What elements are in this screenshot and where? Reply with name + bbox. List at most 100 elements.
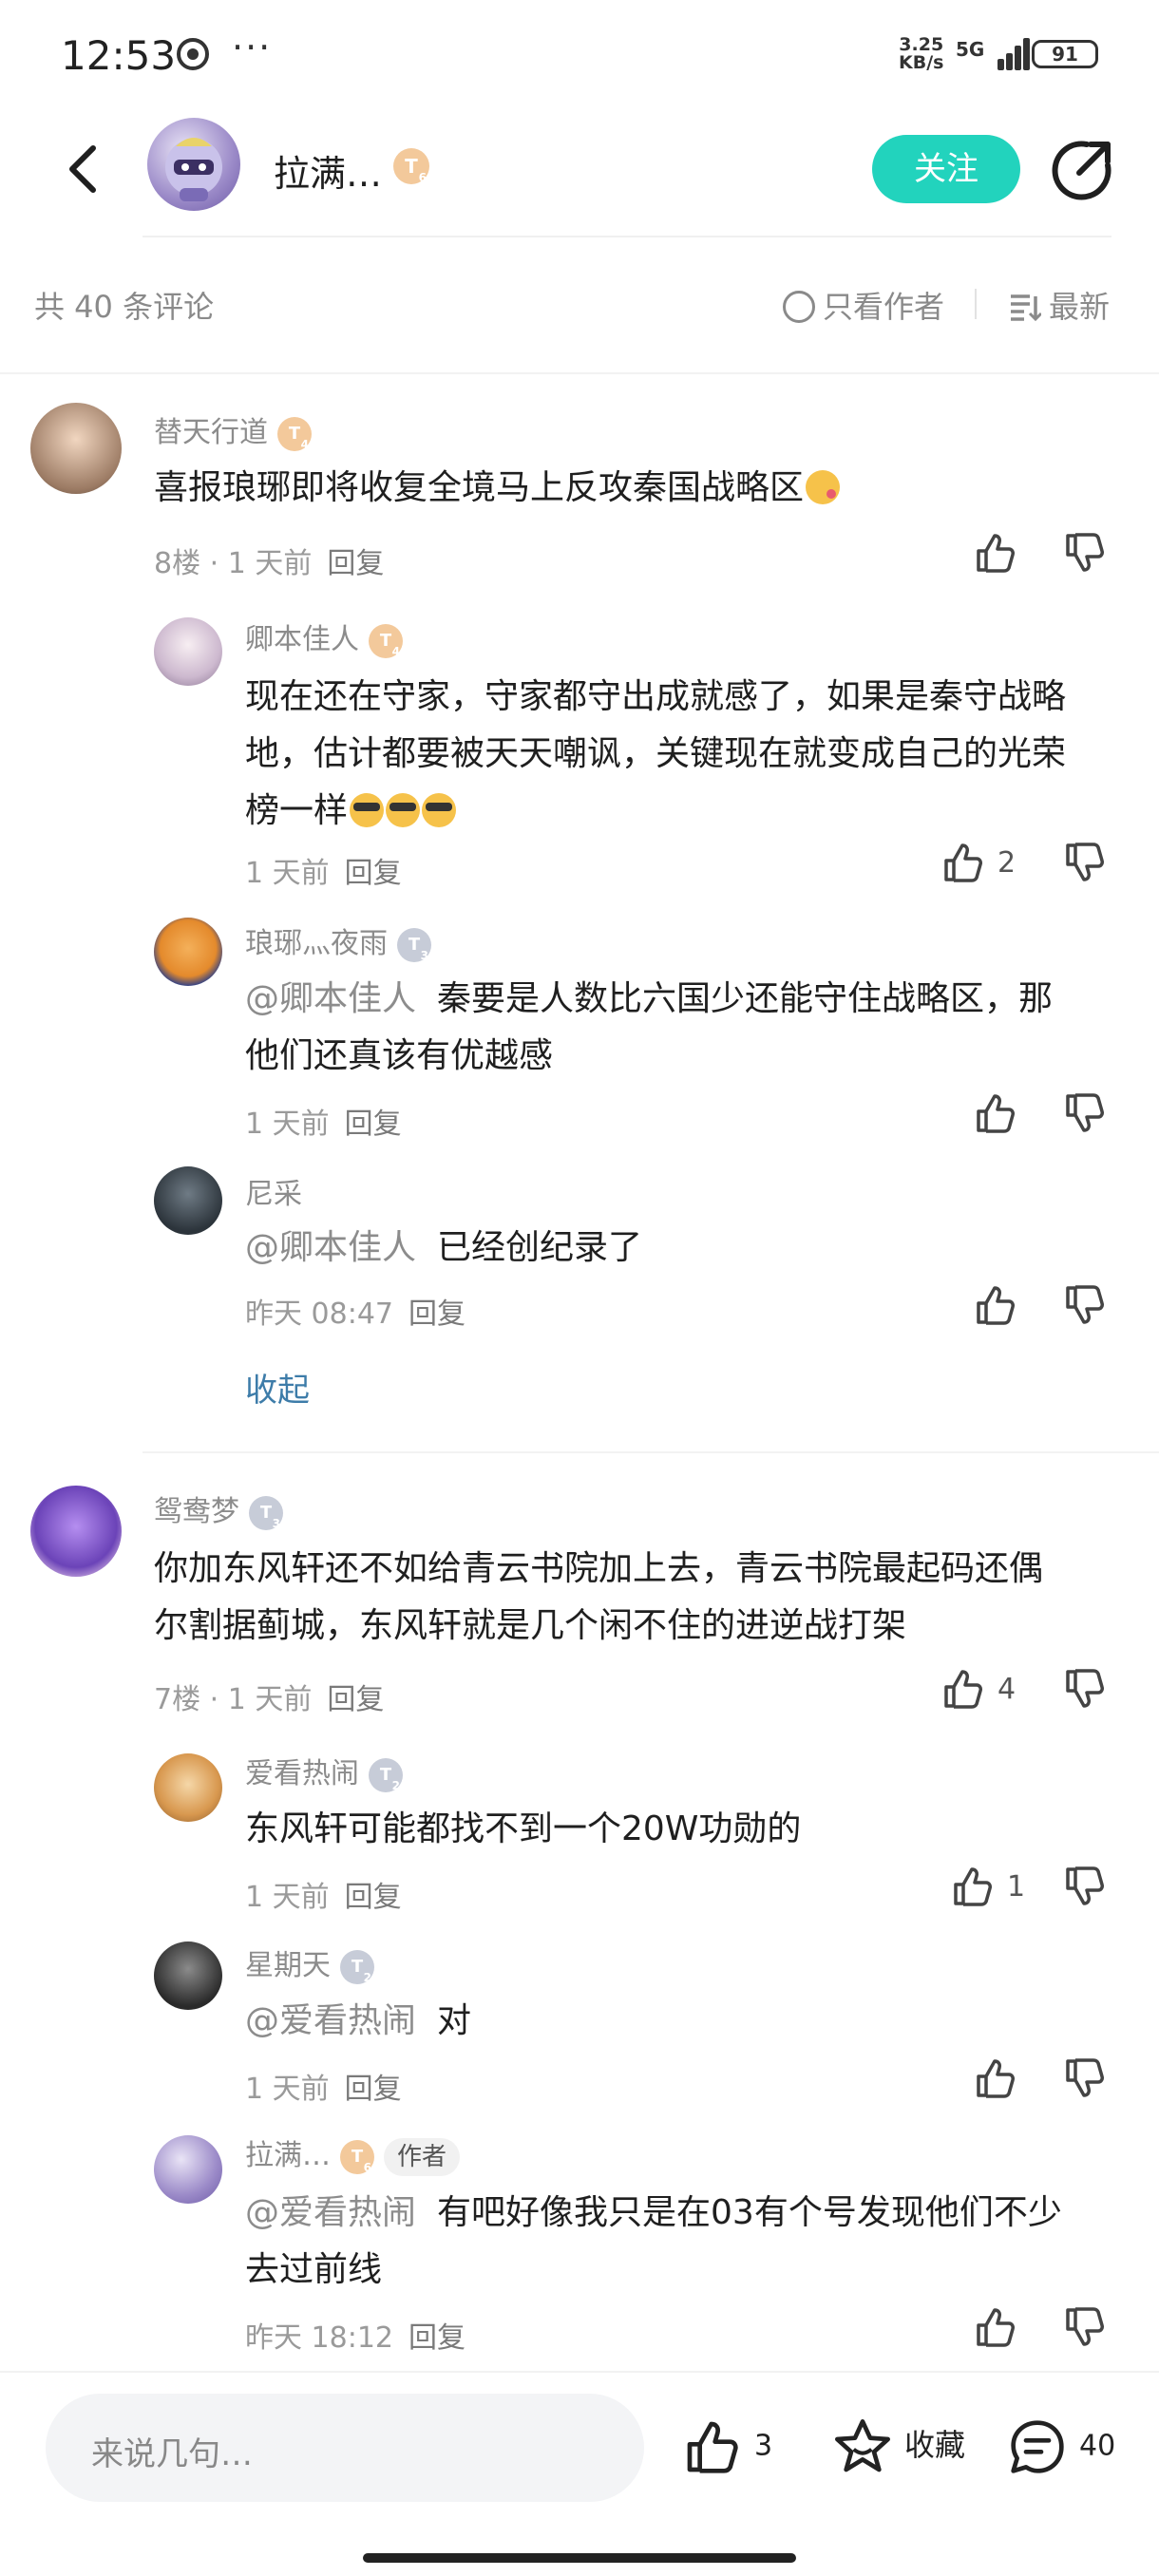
like-count: 4 [998, 1672, 1016, 1706]
reply-button[interactable]: 回复 [408, 2321, 466, 2355]
battery-icon: 91 [1032, 40, 1098, 68]
thumb-up-icon[interactable] [940, 1666, 986, 1712]
thumb-down-icon[interactable] [1062, 840, 1108, 885]
like-button[interactable] [973, 1282, 1018, 1334]
sort-label: 最新 [1049, 289, 1111, 325]
avatar[interactable] [154, 918, 222, 986]
comment-username[interactable]: 爱看热闹 T 2 [245, 1750, 403, 1792]
reply-button[interactable]: 回复 [345, 1108, 402, 1141]
only-author-toggle[interactable]: 只看作者 [783, 283, 944, 327]
avatar[interactable] [154, 2135, 222, 2204]
mention[interactable]: @卿本佳人 [245, 979, 416, 1018]
sunglasses-emoji-icon [422, 793, 457, 827]
author-name[interactable]: 拉满… [274, 144, 382, 197]
thumb-up-icon[interactable] [682, 2416, 743, 2477]
only-author-label: 只看作者 [823, 289, 945, 325]
reply-button[interactable]: 回复 [327, 1683, 384, 1716]
back-icon[interactable] [57, 141, 114, 198]
reply-button[interactable]: 回复 [327, 547, 384, 580]
status-bar: 12:53 ··· 3.25 KB/s 5G 91 [0, 0, 1159, 114]
thumb-up-icon[interactable] [940, 840, 986, 885]
reply-button[interactable]: 回复 [345, 857, 402, 890]
thumb-down-icon[interactable] [1062, 2055, 1108, 2101]
author-avatar[interactable] [147, 118, 240, 211]
thumb-up-icon[interactable] [973, 2304, 1018, 2350]
level-badge-icon: T6 [340, 2139, 374, 2174]
like-button[interactable] [973, 530, 1018, 581]
comment-username[interactable]: 卿本佳人 T 4 [245, 616, 403, 658]
comment-username[interactable]: 鸳鸯梦 T 3 [154, 1487, 283, 1530]
thumb-up-icon[interactable] [973, 1090, 1018, 1136]
like-button[interactable]: 2 [940, 840, 1016, 891]
reply-button[interactable]: 回复 [345, 1881, 402, 1914]
dislike-button[interactable] [1062, 1864, 1108, 1915]
app-notification-icon [177, 38, 209, 70]
comment-username[interactable]: 琅琊灬夜雨 T 3 [245, 919, 431, 962]
comment-text: 现在还在守家，守家都守出成就感了，如果是秦守战略 地，估计都要被天天嘲讽，关键现… [245, 677, 1067, 830]
comment-meta: 昨天 08:47 回复 [245, 1297, 466, 1331]
dislike-button[interactable] [1062, 840, 1108, 891]
dislike-button[interactable] [1062, 1282, 1108, 1334]
thumb-up-icon[interactable] [973, 1282, 1018, 1328]
favorite-button[interactable]: 收藏 [832, 2416, 965, 2477]
dislike-button[interactable] [1062, 1090, 1108, 1142]
reply-button[interactable]: 回复 [345, 2073, 402, 2106]
like-button[interactable] [973, 2055, 1018, 2107]
avatar[interactable] [154, 1166, 222, 1235]
comment-text: @卿本佳人 秦要是人数比六国少还能守住战略区，那 他们还真该有优越感 [245, 979, 1054, 1075]
thumb-up-icon[interactable] [950, 1864, 996, 1909]
like-button[interactable] [973, 2304, 1018, 2356]
thumb-down-icon[interactable] [1062, 2304, 1108, 2350]
sunglasses-emoji-icon [350, 793, 385, 827]
network-speed-unit: KB/s [899, 52, 944, 73]
thumb-down-icon[interactable] [1062, 1666, 1108, 1712]
avatar[interactable] [30, 1486, 122, 1577]
level-badge-icon: T6 [393, 148, 429, 184]
level-badge-icon: T2 [369, 1757, 403, 1792]
share-icon[interactable] [1049, 137, 1115, 203]
star-icon[interactable] [832, 2416, 893, 2477]
avatar[interactable] [30, 403, 122, 494]
like-button[interactable]: 4 [940, 1666, 1016, 1717]
dislike-button[interactable] [1062, 1666, 1108, 1717]
thumb-up-icon[interactable] [973, 2055, 1018, 2101]
dislike-button[interactable] [1062, 2304, 1108, 2356]
reply-button[interactable]: 回复 [408, 1297, 466, 1331]
thumb-down-icon[interactable] [1062, 1282, 1108, 1328]
collapse-replies-link[interactable]: 收起 [245, 1364, 310, 1411]
comment-meta: 8楼 · 1 天前 回复 [154, 547, 385, 580]
sort-latest-button[interactable]: 最新 [1009, 283, 1110, 327]
avatar[interactable] [154, 617, 222, 686]
comment-username[interactable]: 星期天 T 2 [245, 1941, 374, 1984]
dislike-button[interactable] [1062, 530, 1108, 581]
like-button[interactable]: 1 [950, 1864, 1025, 1915]
dislike-button[interactable] [1062, 2055, 1108, 2107]
level-badge-icon: T3 [249, 1495, 283, 1530]
follow-button[interactable]: 关注 [872, 135, 1020, 203]
comment-input[interactable]: 来说几句… [46, 2394, 644, 2502]
home-indicator[interactable] [363, 2553, 796, 2563]
thumb-up-icon[interactable] [973, 530, 1018, 576]
mention[interactable]: @爱看热闹 [245, 2001, 416, 2040]
like-button[interactable] [973, 1090, 1018, 1142]
comment-count-badge: 40 [1079, 2429, 1116, 2463]
avatar[interactable] [154, 1941, 222, 2010]
post-like-count: 3 [754, 2429, 773, 2463]
comment-username[interactable]: 替天行道 T 4 [154, 408, 312, 451]
radio-icon[interactable] [783, 291, 815, 323]
header: 拉满… T6 关注 [0, 114, 1159, 237]
comment-username[interactable]: 拉满… T 6 作者 [245, 2131, 461, 2176]
comment-icon[interactable] [1007, 2416, 1068, 2477]
comments-button[interactable]: 40 [1007, 2416, 1115, 2477]
comment-username[interactable]: 尼采 [245, 1170, 302, 1212]
avatar[interactable] [154, 1753, 222, 1822]
post-like-button[interactable]: 3 [682, 2416, 772, 2477]
bottom-bar: 来说几句… 3 收藏 40 [0, 2371, 1159, 2576]
mention[interactable]: @爱看热闹 [245, 2193, 416, 2232]
thumb-down-icon[interactable] [1062, 1864, 1108, 1909]
mention[interactable]: @卿本佳人 [245, 1228, 416, 1267]
more-notifications-icon: ··· [232, 27, 273, 68]
thumb-down-icon[interactable] [1062, 530, 1108, 576]
section-divider [0, 372, 1159, 374]
thumb-down-icon[interactable] [1062, 1090, 1108, 1136]
